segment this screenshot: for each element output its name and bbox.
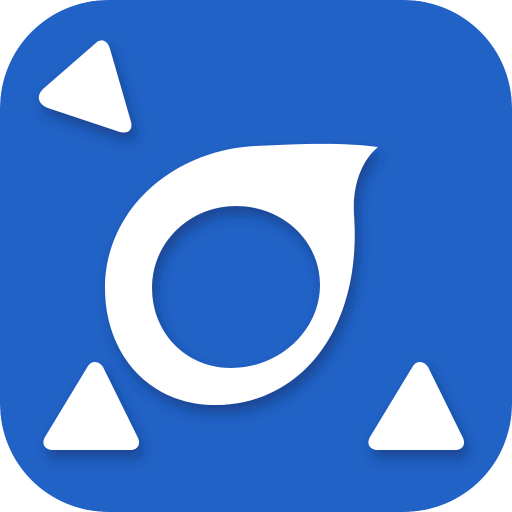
- app-icon-graphic: [0, 0, 512, 512]
- app-launcher-icon[interactable]: [0, 0, 512, 512]
- stage: [0, 0, 512, 512]
